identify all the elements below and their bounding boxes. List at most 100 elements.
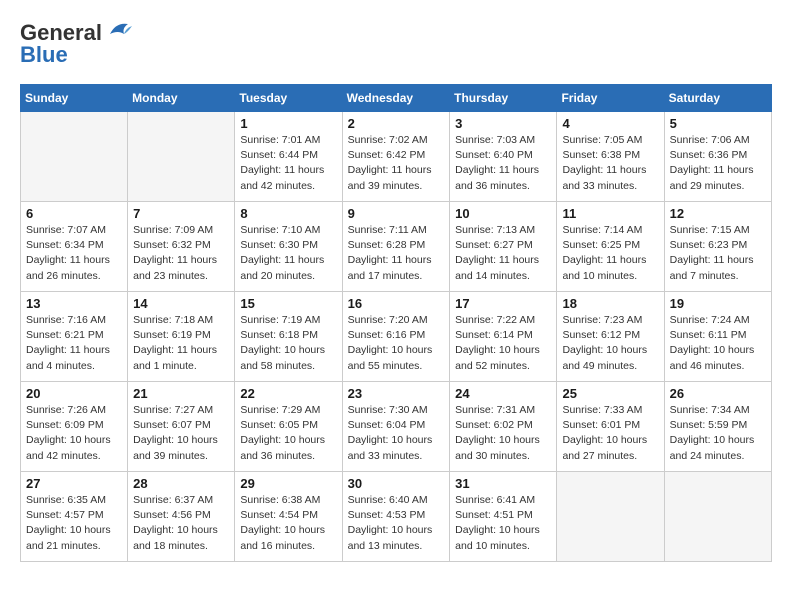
day-number: 9 — [348, 206, 445, 221]
calendar-header-saturday: Saturday — [664, 85, 771, 112]
calendar-header-thursday: Thursday — [450, 85, 557, 112]
calendar-header-row: SundayMondayTuesdayWednesdayThursdayFrid… — [21, 85, 772, 112]
calendar-cell-3-4: 16Sunrise: 7:20 AMSunset: 6:16 PMDayligh… — [342, 292, 450, 382]
day-number: 13 — [26, 296, 122, 311]
calendar-cell-5-6 — [557, 472, 664, 562]
day-number: 31 — [455, 476, 551, 491]
day-detail: Sunrise: 7:31 AMSunset: 6:02 PMDaylight:… — [455, 403, 551, 464]
calendar-header-friday: Friday — [557, 85, 664, 112]
day-number: 15 — [240, 296, 336, 311]
day-number: 24 — [455, 386, 551, 401]
day-detail: Sunrise: 6:38 AMSunset: 4:54 PMDaylight:… — [240, 493, 336, 554]
calendar-cell-2-5: 10Sunrise: 7:13 AMSunset: 6:27 PMDayligh… — [450, 202, 557, 292]
calendar-cell-5-5: 31 Sunrise: 6:41 AMSunset: 4:51 PMDayligh… — [450, 472, 557, 562]
day-number: 4 — [562, 116, 658, 131]
calendar-week-4: 20 Sunrise: 7:26 AMSunset: 6:09 PMDayligh… — [21, 382, 772, 472]
day-number: 3 — [455, 116, 551, 131]
day-number: 5 — [670, 116, 766, 131]
calendar-header-wednesday: Wednesday — [342, 85, 450, 112]
calendar-cell-3-5: 17 Sunrise: 7:22 AMSunset: 6:14 PMDayligh… — [450, 292, 557, 382]
calendar-cell-2-2: 7Sunrise: 7:09 AMSunset: 6:32 PMDaylight… — [128, 202, 235, 292]
calendar-cell-2-7: 12 Sunrise: 7:15 AMSunset: 6:23 PMDayligh… — [664, 202, 771, 292]
day-detail: Sunrise: 6:41 AMSunset: 4:51 PMDaylight:… — [455, 493, 551, 554]
page-header: General Blue — [20, 20, 772, 68]
calendar-header-sunday: Sunday — [21, 85, 128, 112]
day-number: 20 — [26, 386, 122, 401]
calendar-cell-4-1: 20 Sunrise: 7:26 AMSunset: 6:09 PMDayligh… — [21, 382, 128, 472]
day-detail: Sunrise: 7:06 AMSunset: 6:36 PMDaylight:… — [670, 133, 766, 194]
calendar-cell-4-7: 26 Sunrise: 7:34 AMSunset: 5:59 PMDayligh… — [664, 382, 771, 472]
day-number: 8 — [240, 206, 336, 221]
calendar-cell-4-5: 24 Sunrise: 7:31 AMSunset: 6:02 PMDayligh… — [450, 382, 557, 472]
day-detail: Sunrise: 7:05 AMSunset: 6:38 PMDaylight:… — [562, 133, 658, 194]
calendar-cell-3-3: 15 Sunrise: 7:19 AMSunset: 6:18 PMDayligh… — [235, 292, 342, 382]
calendar-week-2: 6 Sunrise: 7:07 AMSunset: 6:34 PMDaylight… — [21, 202, 772, 292]
calendar-cell-1-6: 4 Sunrise: 7:05 AMSunset: 6:38 PMDaylight… — [557, 112, 664, 202]
day-detail: Sunrise: 7:34 AMSunset: 5:59 PMDaylight:… — [670, 403, 766, 464]
day-detail: Sunrise: 7:30 AMSunset: 6:04 PMDaylight:… — [348, 403, 445, 464]
day-detail: Sunrise: 7:27 AMSunset: 6:07 PMDaylight:… — [133, 403, 229, 464]
calendar-cell-1-3: 1Sunrise: 7:01 AMSunset: 6:44 PMDaylight… — [235, 112, 342, 202]
day-detail: Sunrise: 6:35 AMSunset: 4:57 PMDaylight:… — [26, 493, 122, 554]
calendar-cell-2-4: 9 Sunrise: 7:11 AMSunset: 6:28 PMDaylight… — [342, 202, 450, 292]
calendar-cell-1-4: 2 Sunrise: 7:02 AMSunset: 6:42 PMDaylight… — [342, 112, 450, 202]
calendar-header-tuesday: Tuesday — [235, 85, 342, 112]
day-detail: Sunrise: 7:14 AMSunset: 6:25 PMDaylight:… — [562, 223, 658, 284]
day-number: 18 — [562, 296, 658, 311]
day-number: 30 — [348, 476, 445, 491]
calendar-cell-3-2: 14 Sunrise: 7:18 AMSunset: 6:19 PMDayligh… — [128, 292, 235, 382]
day-number: 29 — [240, 476, 336, 491]
calendar-cell-5-1: 27 Sunrise: 6:35 AMSunset: 4:57 PMDayligh… — [21, 472, 128, 562]
calendar-week-3: 13 Sunrise: 7:16 AMSunset: 6:21 PMDayligh… — [21, 292, 772, 382]
day-number: 26 — [670, 386, 766, 401]
day-number: 12 — [670, 206, 766, 221]
day-number: 6 — [26, 206, 122, 221]
calendar-cell-4-6: 25Sunrise: 7:33 AMSunset: 6:01 PMDayligh… — [557, 382, 664, 472]
day-detail: Sunrise: 7:18 AMSunset: 6:19 PMDaylight:… — [133, 313, 229, 374]
calendar-cell-2-6: 11 Sunrise: 7:14 AMSunset: 6:25 PMDayligh… — [557, 202, 664, 292]
calendar-cell-2-3: 8 Sunrise: 7:10 AMSunset: 6:30 PMDaylight… — [235, 202, 342, 292]
calendar-cell-4-3: 22 Sunrise: 7:29 AMSunset: 6:05 PMDayligh… — [235, 382, 342, 472]
day-detail: Sunrise: 7:26 AMSunset: 6:09 PMDaylight:… — [26, 403, 122, 464]
day-number: 22 — [240, 386, 336, 401]
day-number: 14 — [133, 296, 229, 311]
calendar-header-monday: Monday — [128, 85, 235, 112]
day-detail: Sunrise: 7:23 AMSunset: 6:12 PMDaylight:… — [562, 313, 658, 374]
day-detail: Sunrise: 7:15 AMSunset: 6:23 PMDaylight:… — [670, 223, 766, 284]
calendar-cell-1-1 — [21, 112, 128, 202]
calendar-cell-5-2: 28 Sunrise: 6:37 AMSunset: 4:56 PMDayligh… — [128, 472, 235, 562]
calendar-cell-5-3: 29 Sunrise: 6:38 AMSunset: 4:54 PMDayligh… — [235, 472, 342, 562]
calendar-week-5: 27 Sunrise: 6:35 AMSunset: 4:57 PMDayligh… — [21, 472, 772, 562]
day-detail: Sunrise: 7:01 AMSunset: 6:44 PMDaylight:… — [240, 133, 336, 194]
day-number: 17 — [455, 296, 551, 311]
day-detail: Sunrise: 6:40 AMSunset: 4:53 PMDaylight:… — [348, 493, 445, 554]
calendar-cell-1-7: 5 Sunrise: 7:06 AMSunset: 6:36 PMDaylight… — [664, 112, 771, 202]
day-detail: Sunrise: 7:11 AMSunset: 6:28 PMDaylight:… — [348, 223, 445, 284]
day-detail: Sunrise: 7:33 AMSunset: 6:01 PMDaylight:… — [562, 403, 658, 464]
day-detail: Sunrise: 7:16 AMSunset: 6:21 PMDaylight:… — [26, 313, 122, 374]
calendar-cell-2-1: 6 Sunrise: 7:07 AMSunset: 6:34 PMDaylight… — [21, 202, 128, 292]
day-number: 11 — [562, 206, 658, 221]
day-detail: Sunrise: 6:37 AMSunset: 4:56 PMDaylight:… — [133, 493, 229, 554]
calendar-cell-4-4: 23 Sunrise: 7:30 AMSunset: 6:04 PMDayligh… — [342, 382, 450, 472]
calendar-cell-4-2: 21Sunrise: 7:27 AMSunset: 6:07 PMDayligh… — [128, 382, 235, 472]
day-number: 7 — [133, 206, 229, 221]
calendar-cell-3-7: 19Sunrise: 7:24 AMSunset: 6:11 PMDayligh… — [664, 292, 771, 382]
day-detail: Sunrise: 7:24 AMSunset: 6:11 PMDaylight:… — [670, 313, 766, 374]
calendar-cell-1-5: 3 Sunrise: 7:03 AMSunset: 6:40 PMDaylight… — [450, 112, 557, 202]
day-number: 27 — [26, 476, 122, 491]
day-detail: Sunrise: 7:07 AMSunset: 6:34 PMDaylight:… — [26, 223, 122, 284]
day-detail: Sunrise: 7:03 AMSunset: 6:40 PMDaylight:… — [455, 133, 551, 194]
day-detail: Sunrise: 7:19 AMSunset: 6:18 PMDaylight:… — [240, 313, 336, 374]
day-detail: Sunrise: 7:22 AMSunset: 6:14 PMDaylight:… — [455, 313, 551, 374]
day-number: 2 — [348, 116, 445, 131]
logo-bird-icon — [106, 20, 132, 42]
day-detail: Sunrise: 7:02 AMSunset: 6:42 PMDaylight:… — [348, 133, 445, 194]
calendar-cell-5-7 — [664, 472, 771, 562]
day-detail: Sunrise: 7:29 AMSunset: 6:05 PMDaylight:… — [240, 403, 336, 464]
calendar-cell-1-2 — [128, 112, 235, 202]
calendar-cell-5-4: 30 Sunrise: 6:40 AMSunset: 4:53 PMDayligh… — [342, 472, 450, 562]
day-number: 28 — [133, 476, 229, 491]
day-detail: Sunrise: 7:10 AMSunset: 6:30 PMDaylight:… — [240, 223, 336, 284]
day-number: 23 — [348, 386, 445, 401]
